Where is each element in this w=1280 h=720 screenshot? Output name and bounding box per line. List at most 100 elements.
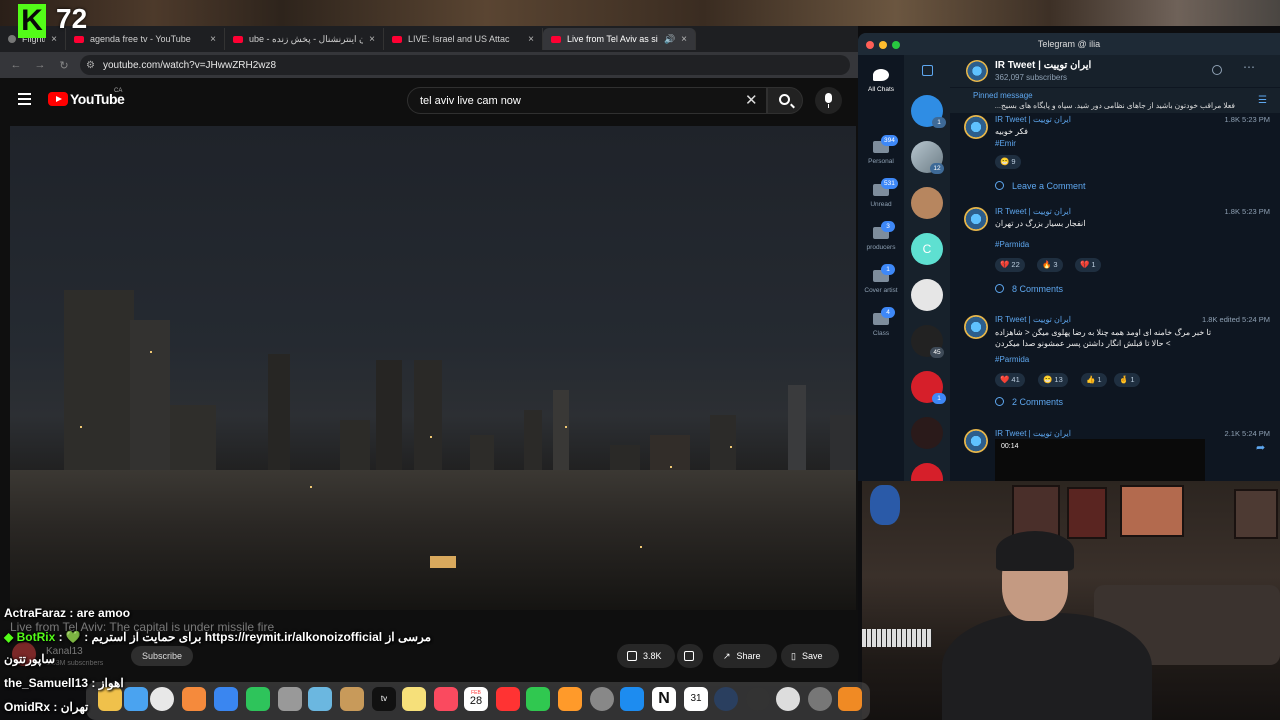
channel-post[interactable]: IR Tweet | ایران توییت 1.8K 5:23 PM فکر …	[950, 113, 1280, 205]
reaction-chip[interactable]: 💔 22	[995, 258, 1025, 272]
forward-icon[interactable]: →	[32, 59, 48, 71]
pinned-message-bar[interactable]: Pinned message فعلا مراقب خودتون باشید ا…	[950, 87, 1280, 113]
video-thumbnail[interactable]: 00:14	[995, 439, 1205, 481]
notion-icon[interactable]: N	[652, 687, 676, 711]
comments-link[interactable]: 2 Comments	[995, 397, 1063, 407]
post-hashtag[interactable]: #Emir	[995, 139, 1016, 148]
logic-icon[interactable]	[838, 687, 862, 711]
browser-tab[interactable]: LIVE: Israel and US Attac ×	[384, 28, 543, 50]
close-tab-icon[interactable]: ×	[681, 34, 687, 45]
reaction-chip[interactable]: 💔 1	[1075, 258, 1101, 272]
chat-avatar[interactable]	[911, 279, 943, 311]
zoom-window-icon[interactable]	[892, 41, 900, 49]
save-button[interactable]: ▯ Save	[781, 644, 839, 668]
share-button[interactable]: ↗ Share	[713, 644, 777, 668]
pixelmator-icon[interactable]	[808, 687, 832, 711]
comments-link[interactable]: 8 Comments	[995, 284, 1063, 294]
thumbs-up-icon	[627, 651, 637, 661]
wall-poster	[1234, 489, 1278, 539]
youtube-logo-icon[interactable]	[48, 92, 68, 106]
folder-unread[interactable]: 531 Unread	[858, 178, 904, 208]
pinned-list-icon[interactable]: ☰	[1258, 95, 1267, 106]
folder-personal[interactable]: 394 Personal	[858, 135, 904, 165]
viewer-count: 72	[56, 3, 88, 34]
pinned-label: Pinned message	[973, 91, 1033, 100]
close-tab-icon[interactable]: ×	[210, 34, 216, 45]
compose-icon[interactable]	[922, 65, 933, 76]
reaction-chip[interactable]: 🤞 1	[1114, 373, 1140, 387]
browser-tab-active[interactable]: Live from Tel Aviv as siren 🔊 ×	[543, 28, 696, 50]
more-icon[interactable]: ⋯	[1243, 60, 1255, 74]
browser-tab[interactable]: agenda free tv - YouTube ×	[66, 28, 225, 50]
post-hashtag[interactable]: #Parmida	[995, 355, 1029, 364]
dislike-button[interactable]	[677, 644, 703, 668]
voice-search-icon[interactable]	[815, 87, 842, 114]
speaker-icon[interactable]: 🔊	[664, 34, 675, 45]
numbers-icon[interactable]	[526, 687, 550, 711]
post-hashtag[interactable]: #Parmida	[995, 240, 1029, 249]
chat-line: OmidRx : تهران	[4, 700, 89, 714]
browser-tab[interactable]: ube - ایران اینترنشنال - پخش زنده ×	[225, 28, 384, 50]
reload-icon[interactable]: ↻	[56, 59, 72, 72]
search-input[interactable]: tel aviv live cam now	[407, 87, 767, 114]
reaction-chip[interactable]: ❤️ 41	[995, 373, 1025, 387]
reaction-chip[interactable]: 👍 1	[1081, 373, 1107, 387]
chat-avatar[interactable]	[911, 417, 943, 449]
davinci-icon[interactable]	[746, 687, 770, 711]
window-controls[interactable]	[866, 41, 905, 49]
chat-avatar[interactable]	[911, 463, 943, 481]
close-tab-icon[interactable]: ×	[369, 34, 375, 45]
obs-icon[interactable]	[776, 687, 800, 711]
forward-icon[interactable]: ➦	[1256, 441, 1265, 454]
chat-avatar[interactable]	[911, 187, 943, 219]
unread-badge: 3	[881, 221, 895, 232]
video-player[interactable]	[10, 126, 856, 610]
youtube-header: YouTube CA tel aviv live cam now ✕	[0, 78, 858, 124]
chat-line: ساپورتتون	[4, 652, 56, 666]
clear-search-icon[interactable]: ✕	[745, 91, 758, 109]
bot-badge-icon: ◆	[4, 630, 14, 644]
calendar31-icon[interactable]: 31	[684, 687, 708, 711]
post-avatar	[964, 115, 988, 139]
comment-icon	[995, 284, 1004, 293]
post-meta: 1.8K 5:23 PM	[1224, 115, 1270, 124]
folder-all-chats[interactable]: All Chats	[858, 69, 904, 93]
post-author: IR Tweet | ایران توییت	[995, 207, 1071, 216]
back-icon[interactable]: ←	[8, 59, 24, 71]
channel-post[interactable]: IR Tweet | ایران توییت 1.8K edited 5:24 …	[950, 313, 1280, 425]
like-button[interactable]: 3.8K	[617, 644, 675, 668]
minimize-window-icon[interactable]	[879, 41, 887, 49]
comment-icon	[995, 181, 1004, 190]
reaction-chip[interactable]: 😁 9	[995, 155, 1021, 169]
channel-post[interactable]: IR Tweet | ایران توییت 2.1K 5:24 PM 00:1…	[950, 427, 1280, 481]
channel-header[interactable]: IR Tweet | ایران توییت 362,097 subscribe…	[950, 55, 1280, 87]
reaction-chip[interactable]: 🔥 3	[1037, 258, 1063, 272]
unread-badge: 531	[881, 178, 898, 189]
folder-class[interactable]: 4 Class	[858, 307, 904, 337]
pages-icon[interactable]	[558, 687, 582, 711]
channel-post[interactable]: IR Tweet | ایران توییت 1.8K 5:23 PM انفج…	[950, 205, 1280, 309]
comments-link[interactable]: Leave a Comment	[995, 181, 1086, 191]
close-window-icon[interactable]	[866, 41, 874, 49]
blender-icon[interactable]	[714, 687, 738, 711]
search-icon[interactable]	[1212, 65, 1222, 75]
wall-poster	[1067, 487, 1107, 539]
folder-cover-artist[interactable]: 1 Cover artist	[858, 264, 904, 294]
url-field[interactable]: ⚙ youtube.com/watch?v=JHwwZRH2wz8	[80, 55, 850, 75]
unread-badge: 394	[881, 135, 898, 146]
flightradar-icon	[8, 35, 16, 43]
folder-producers[interactable]: 3 producers	[858, 221, 904, 251]
close-tab-icon[interactable]: ×	[528, 34, 534, 45]
settings-icon[interactable]	[590, 687, 614, 711]
channel-avatar[interactable]	[966, 60, 988, 82]
reaction-chip[interactable]: 😁 13	[1038, 373, 1068, 387]
window-title: Telegram @ ilia	[1037, 39, 1101, 49]
site-info-icon[interactable]: ⚙	[86, 60, 95, 71]
appstore-icon[interactable]	[620, 687, 644, 711]
post-author: IR Tweet | ایران توییت	[995, 315, 1071, 324]
menu-icon[interactable]	[18, 93, 31, 105]
search-button[interactable]	[767, 87, 803, 114]
chat-avatar[interactable]: C	[911, 233, 943, 265]
close-tab-icon[interactable]: ×	[51, 34, 57, 45]
address-bar: ← → ↻ ⚙ youtube.com/watch?v=JHwwZRH2wz8	[0, 52, 858, 78]
